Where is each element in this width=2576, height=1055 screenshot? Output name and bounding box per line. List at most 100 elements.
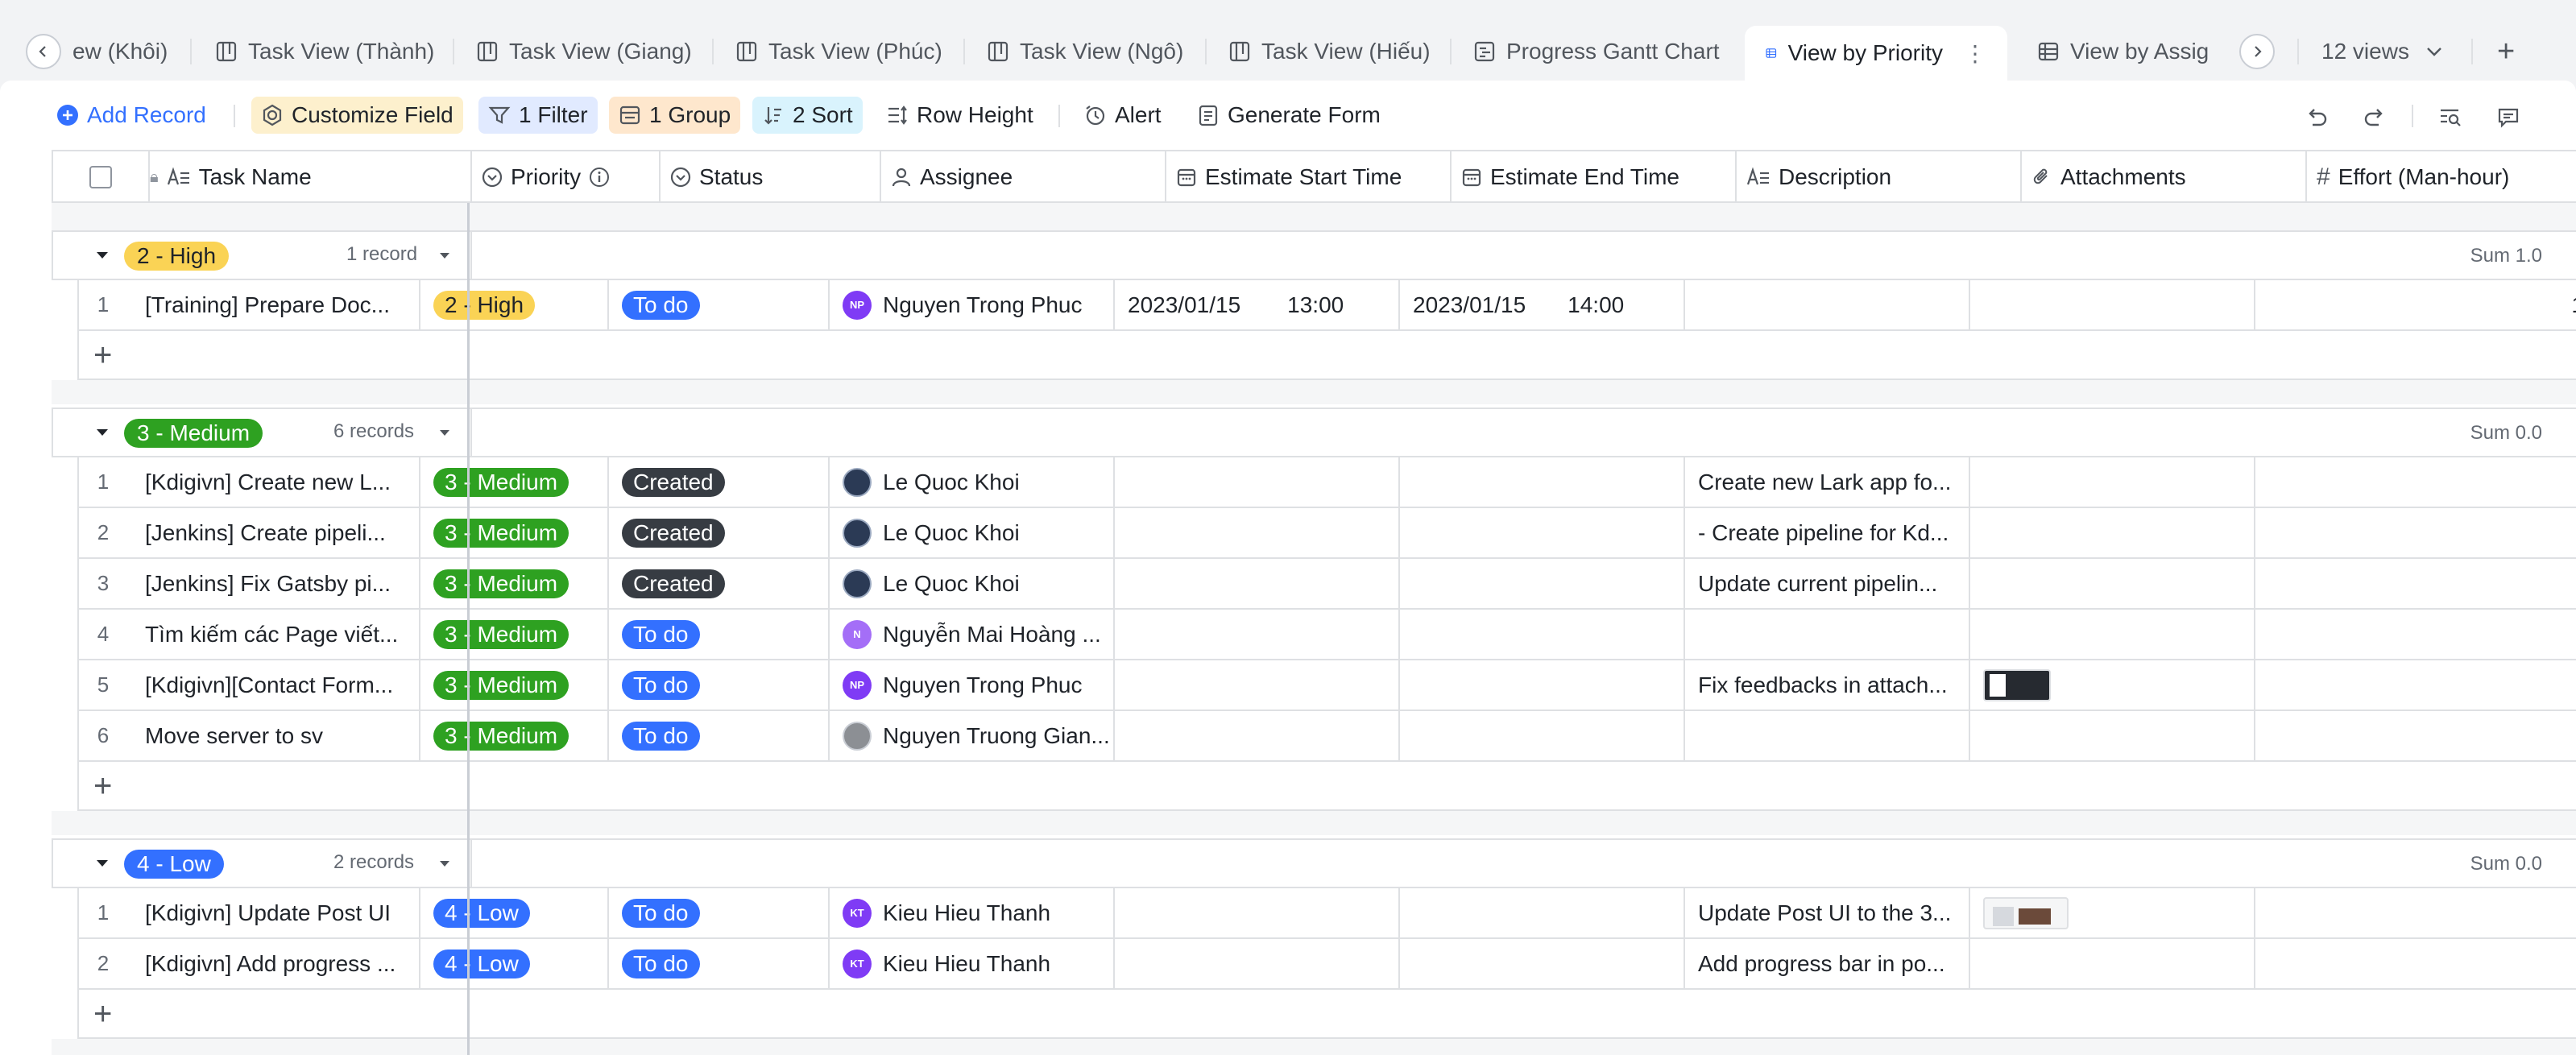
tab-task-view-phuc[interactable]: Task View (Phúc)	[736, 26, 942, 77]
column-header-priority[interactable]: Priority	[472, 151, 661, 203]
tabs-scroll-left-button[interactable]	[26, 34, 61, 69]
task-name-cell[interactable]: [Jenkins] Fix Gatsby pi...	[127, 559, 420, 608]
end-time-cell[interactable]	[1400, 508, 1685, 557]
table-row[interactable]: 1 [Kdigivn] Update Post UI 4 - Low To do…	[77, 888, 2576, 939]
group-header-medium[interactable]: 3 - Medium 6 records Sum 0.0	[52, 408, 2576, 457]
description-cell[interactable]: Add progress bar in po...	[1685, 939, 1970, 988]
task-name-cell[interactable]: [Jenkins] Create pipeli...	[127, 508, 420, 557]
group-menu-caret-icon[interactable]	[437, 425, 453, 441]
description-cell[interactable]: Create new Lark app fo...	[1685, 457, 1970, 507]
search-records-button[interactable]	[2434, 101, 2466, 134]
priority-cell[interactable]: 2 - High	[420, 280, 609, 329]
task-name-cell[interactable]: Move server to sv	[127, 711, 420, 760]
column-header-task-name[interactable]: 🔒︎ Task Name	[150, 151, 472, 203]
more-vertical-icon[interactable]: ⋮	[1964, 40, 1986, 67]
frozen-column-divider[interactable]	[467, 203, 470, 1055]
priority-cell[interactable]: 3 - Medium	[420, 559, 609, 608]
assignee-cell[interactable]: Le Quoc Khoi	[830, 559, 1115, 608]
views-dropdown[interactable]: 12 views	[2321, 26, 2445, 77]
description-cell[interactable]	[1685, 610, 1970, 659]
table-row[interactable]: 3 [Jenkins] Fix Gatsby pi... 3 - Medium …	[77, 559, 2576, 610]
status-cell[interactable]: To do	[609, 939, 830, 988]
task-name-cell[interactable]: [Kdigivn] Add progress ...	[127, 939, 420, 988]
task-name-cell[interactable]: [Training] Prepare Doc...	[127, 280, 420, 329]
collapse-caret-icon[interactable]	[93, 246, 111, 264]
table-row[interactable]: 6 Move server to sv 3 - Medium To do Ngu…	[77, 711, 2576, 762]
attachments-cell[interactable]	[1970, 559, 2255, 608]
undo-button[interactable]	[2301, 101, 2333, 134]
end-time-cell[interactable]	[1400, 457, 1685, 507]
column-header-attachments[interactable]: Attachments	[2022, 151, 2307, 203]
group-menu-caret-icon[interactable]	[437, 856, 453, 872]
priority-cell[interactable]: 3 - Medium	[420, 610, 609, 659]
task-name-cell[interactable]: [Kdigivn] Update Post UI	[127, 888, 420, 937]
start-time-cell[interactable]	[1115, 888, 1400, 937]
status-cell[interactable]: To do	[609, 610, 830, 659]
add-row-button[interactable]: +	[77, 990, 2576, 1039]
description-cell[interactable]: Update Post UI to the 3...	[1685, 888, 1970, 937]
task-name-cell[interactable]: [Kdigivn][Contact Form...	[127, 660, 420, 710]
effort-cell[interactable]	[2255, 660, 2576, 710]
row-height-button[interactable]: Row Height	[886, 97, 1033, 134]
end-time-cell[interactable]	[1400, 711, 1685, 760]
effort-cell[interactable]	[2255, 559, 2576, 608]
effort-cell[interactable]	[2255, 711, 2576, 760]
end-time-cell[interactable]: 2023/01/15 14:00	[1400, 280, 1685, 329]
attachment-thumbnail[interactable]	[1983, 668, 2051, 701]
tab-progress-gantt-chart[interactable]: Progress Gantt Chart	[1474, 26, 1720, 77]
attachment-thumbnail[interactable]	[1983, 896, 2069, 929]
status-cell[interactable]: Created	[609, 508, 830, 557]
task-name-cell[interactable]: [Kdigivn] Create new L...	[127, 457, 420, 507]
alert-button[interactable]: Alert	[1084, 97, 1162, 134]
assignee-cell[interactable]: KT Kieu Hieu Thanh	[830, 888, 1115, 937]
status-cell[interactable]: To do	[609, 660, 830, 710]
priority-cell[interactable]: 3 - Medium	[420, 457, 609, 507]
priority-cell[interactable]: 4 - Low	[420, 939, 609, 988]
add-row-button[interactable]: +	[77, 762, 2576, 811]
priority-cell[interactable]: 3 - Medium	[420, 508, 609, 557]
info-icon[interactable]	[589, 167, 610, 188]
effort-cell[interactable]	[2255, 508, 2576, 557]
assignee-cell[interactable]: NP Nguyen Trong Phuc	[830, 280, 1115, 329]
end-time-cell[interactable]	[1400, 888, 1685, 937]
attachments-cell[interactable]	[1970, 280, 2255, 329]
assignee-cell[interactable]: Nguyen Truong Gian...	[830, 711, 1115, 760]
end-time-cell[interactable]	[1400, 660, 1685, 710]
status-cell[interactable]: Created	[609, 559, 830, 608]
attachments-cell[interactable]	[1970, 508, 2255, 557]
assignee-cell[interactable]: Le Quoc Khoi	[830, 508, 1115, 557]
status-cell[interactable]: To do	[609, 888, 830, 937]
add-row-button[interactable]: +	[77, 331, 2576, 380]
customize-field-button[interactable]: Customize Field	[251, 97, 463, 134]
description-cell[interactable]: Update current pipelin...	[1685, 559, 1970, 608]
column-header-effort[interactable]: # Effort (Man-hour)	[2307, 151, 2576, 203]
assignee-cell[interactable]: NP Nguyen Trong Phuc	[830, 660, 1115, 710]
start-time-cell[interactable]: 2023/01/15 13:00	[1115, 280, 1400, 329]
table-row[interactable]: 5 [Kdigivn][Contact Form... 3 - Medium T…	[77, 660, 2576, 711]
end-time-cell[interactable]	[1400, 939, 1685, 988]
add-view-button[interactable]: +	[2497, 35, 2515, 68]
filter-button[interactable]: 1 Filter	[478, 97, 598, 134]
start-time-cell[interactable]	[1115, 508, 1400, 557]
priority-cell[interactable]: 4 - Low	[420, 888, 609, 937]
comment-button[interactable]	[2492, 101, 2524, 134]
column-header-status[interactable]: Status	[661, 151, 881, 203]
attachments-cell[interactable]	[1970, 457, 2255, 507]
tabs-scroll-right-button[interactable]	[2239, 34, 2275, 69]
description-cell[interactable]: - Create pipeline for Kd...	[1685, 508, 1970, 557]
attachments-cell[interactable]	[1970, 711, 2255, 760]
column-header-estimate-start-time[interactable]: Estimate Start Time	[1166, 151, 1452, 203]
column-header-estimate-end-time[interactable]: Estimate End Time	[1452, 151, 1737, 203]
attachments-cell[interactable]	[1970, 610, 2255, 659]
group-header-high[interactable]: 2 - High 1 record Sum 1.0	[52, 230, 2576, 280]
table-row[interactable]: 1 [Kdigivn] Create new L... 3 - Medium C…	[77, 457, 2576, 508]
priority-cell[interactable]: 3 - Medium	[420, 711, 609, 760]
collapse-caret-icon[interactable]	[93, 424, 111, 441]
tab-task-view-giang[interactable]: Task View (Giang)	[477, 26, 692, 77]
start-time-cell[interactable]	[1115, 711, 1400, 760]
group-header-low[interactable]: 4 - Low 2 records Sum 0.0	[52, 838, 2576, 888]
description-cell[interactable]	[1685, 280, 1970, 329]
end-time-cell[interactable]	[1400, 559, 1685, 608]
tab-task-view-ngo[interactable]: Task View (Ngô)	[988, 26, 1183, 77]
collapse-caret-icon[interactable]	[93, 854, 111, 872]
